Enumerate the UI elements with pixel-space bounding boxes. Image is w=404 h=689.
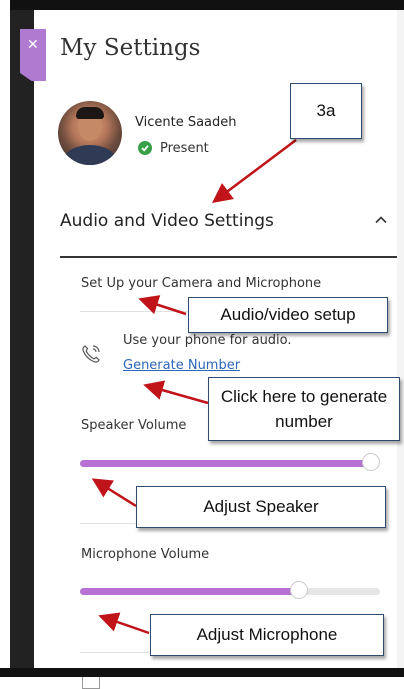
user-name: Vicente Saadeh [135,115,237,130]
window-frame-right [397,10,404,677]
close-panel-button[interactable]: ✕ [20,29,46,82]
speaker-callout: Adjust Speaker [136,486,386,528]
microphone-callout: Adjust Microphone [150,614,384,656]
side-rail [10,10,34,677]
window-frame-top [0,0,404,10]
setup-callout: Audio/video setup [188,297,388,333]
close-icon: ✕ [27,37,39,53]
microphone-volume-slider[interactable] [80,581,380,599]
tab-notch [20,73,33,82]
microphone-volume-label: Microphone Volume [81,547,210,562]
chevron-up-icon[interactable] [373,212,389,228]
camera-mic-setup-link[interactable]: Set Up your Camera and Microphone [81,276,321,291]
speaker-volume-thumb[interactable] [362,453,380,471]
generate-callout: Click here to generate number [208,377,400,441]
speaker-volume-label: Speaker Volume [81,418,187,433]
section-divider [60,256,397,258]
microphone-volume-fill [80,588,299,595]
phone-icon [82,345,100,363]
window-frame-bottom [0,668,404,677]
present-check-icon [138,141,152,155]
speaker-volume-slider[interactable] [80,453,380,471]
speaker-volume-fill [80,460,371,467]
microphone-volume-thumb[interactable] [290,581,308,599]
window-frame-left [0,0,10,677]
generate-number-link[interactable]: Generate Number [123,358,240,373]
step-callout: 3a [290,83,362,139]
status-text: Present [160,141,209,156]
panel-title: My Settings [60,35,201,61]
section-title[interactable]: Audio and Video Settings [60,211,274,231]
phone-audio-text: Use your phone for audio. [123,333,292,348]
avatar [58,101,122,165]
